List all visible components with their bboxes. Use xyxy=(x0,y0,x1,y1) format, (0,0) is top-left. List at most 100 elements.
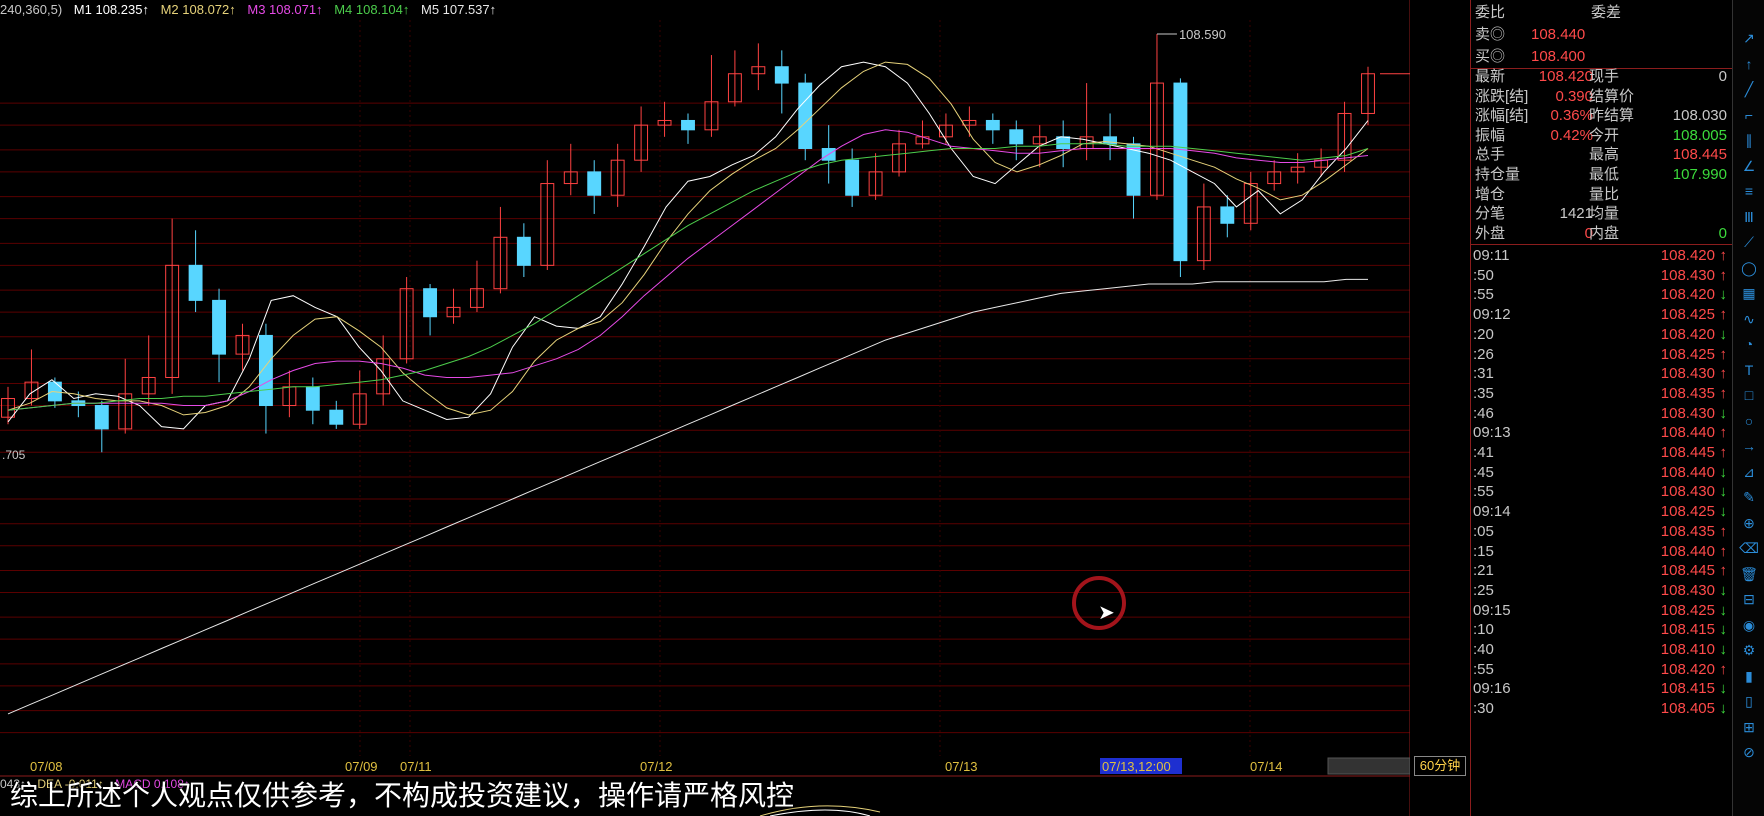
bar-icon[interactable]: ▮ xyxy=(1739,666,1759,686)
tick-time: :55 xyxy=(1473,660,1494,678)
tick-direction: ↑ xyxy=(1719,345,1728,363)
candle-down xyxy=(1056,136,1071,150)
trash-icon[interactable]: 🗑 xyxy=(1739,564,1759,584)
tick-row: 09:13 108.440 ↑ xyxy=(1471,423,1733,442)
tick-direction: ↓ xyxy=(1719,581,1728,599)
candle-down xyxy=(516,236,531,266)
x-tick-label: 07/09 xyxy=(345,759,378,774)
tick-direction: ↓ xyxy=(1719,503,1728,521)
gann-icon[interactable]: ⊿ xyxy=(1739,462,1759,482)
candle-down xyxy=(587,171,602,196)
x-tick-label: 07/11 xyxy=(400,759,432,774)
tick-price: 108.435 xyxy=(1660,522,1715,540)
candle-down xyxy=(423,288,438,318)
hide-icon[interactable]: ⊘ xyxy=(1739,742,1759,762)
tick-price: 108.420 xyxy=(1660,286,1715,304)
quote-panel: 委比 委差 卖◎ 108.440 买◎ 108.400 最新 108.420 现手 0 涨跌[结] 0… xyxy=(1470,0,1733,816)
sell-row: 卖◎ 108.440 xyxy=(1471,24,1733,46)
candle-down xyxy=(1173,82,1188,262)
moving-average-bar: 240,360,5) M1 108.235↑ M2 108.072↑ M3 10… xyxy=(0,0,504,20)
tick-time: :21 xyxy=(1473,562,1494,580)
channel-icon[interactable]: ≡ xyxy=(1739,181,1759,201)
lock-icon[interactable]: ⊟ xyxy=(1739,589,1759,609)
tick-row: :30 108.405 ↓ xyxy=(1471,699,1733,718)
candle-down xyxy=(188,264,203,301)
pen-icon[interactable]: ✎ xyxy=(1739,487,1759,507)
text-icon[interactable]: T xyxy=(1739,360,1759,380)
delete-icon[interactable]: ⌫ xyxy=(1739,538,1759,558)
eye-icon[interactable]: ◉ xyxy=(1739,615,1759,635)
tick-time: :55 xyxy=(1473,286,1494,304)
tick-time: :15 xyxy=(1473,542,1494,560)
tick-direction: ↑ xyxy=(1719,522,1728,540)
magnet-icon[interactable]: ⊕ xyxy=(1739,513,1759,533)
square-icon[interactable]: □ xyxy=(1739,385,1759,405)
stat-label: 外盘 xyxy=(1475,224,1506,242)
arrow-icon[interactable]: → xyxy=(1739,436,1759,456)
tick-direction: ↓ xyxy=(1719,325,1728,343)
ma-prefix: 240,360,5) xyxy=(0,2,63,17)
tick-row: :21 108.445 ↑ xyxy=(1471,561,1733,580)
tick-direction: ↑ xyxy=(1719,660,1728,678)
ma-m4: M4 108.104↑ xyxy=(334,2,410,17)
video-subtitle: 综上所述个人观点仅供参考，不构成投资建议，操作请严格风控 xyxy=(10,779,795,812)
buy-row: 买◎ 108.400 xyxy=(1471,46,1733,68)
x-tick-label: 07/13 xyxy=(945,759,978,774)
tick-price: 108.445 xyxy=(1660,444,1715,461)
candle-down xyxy=(94,405,109,430)
tick-row: 09:11 108.420 ↑ xyxy=(1471,246,1733,265)
corner-icon[interactable]: ⌐ xyxy=(1739,105,1759,125)
candle-down xyxy=(305,386,320,411)
tick-time: :55 xyxy=(1473,483,1494,501)
angle-icon[interactable]: ∠ xyxy=(1739,156,1759,176)
candle-down xyxy=(1220,206,1235,224)
tick-price: 108.430 xyxy=(1660,266,1715,284)
tick-price: 108.420 xyxy=(1660,325,1715,343)
chart-scrollbar xyxy=(1327,757,1410,775)
candle-down xyxy=(985,119,1000,131)
sell-value: 108.440 xyxy=(1531,26,1586,43)
tick-row: :25 108.430 ↓ xyxy=(1471,581,1733,600)
kline-chart[interactable]: 108.200108.000107.800107.600107.400107.2… xyxy=(0,0,1410,816)
settings-icon[interactable]: ⚙ xyxy=(1739,640,1759,660)
circle-icon[interactable]: ○ xyxy=(1739,411,1759,431)
zoom-icon[interactable]: ⊞ xyxy=(1739,717,1759,737)
tick-row: :45 108.440 ↓ xyxy=(1471,463,1733,482)
tick-direction: ↑ xyxy=(1719,266,1728,284)
cycle-icon[interactable]: ◔ xyxy=(1739,334,1759,354)
tick-row: 09:14 108.425 ↓ xyxy=(1471,502,1733,521)
wave-icon[interactable]: ∿ xyxy=(1739,309,1759,329)
sell-label: 卖◎ xyxy=(1475,26,1506,43)
parallel-icon[interactable]: ∥ xyxy=(1739,130,1759,150)
fan-icon[interactable]: ⟋ xyxy=(1739,232,1759,252)
tick-time: :30 xyxy=(1473,700,1494,718)
tick-time: :35 xyxy=(1473,384,1494,402)
high-annotation-label: 108.590 xyxy=(1179,27,1226,42)
kline-chart-area[interactable]: 108.200108.000107.800107.600107.400107.2… xyxy=(0,0,1466,816)
fib-icon[interactable]: Ⅲ xyxy=(1739,207,1759,227)
timeframe-selector[interactable]: 60分钟 xyxy=(1414,756,1466,776)
tick-row: :10 108.415 ↓ xyxy=(1471,620,1733,639)
arrow-up-icon[interactable]: ↑ xyxy=(1739,54,1759,74)
tick-row: :50 108.430 ↑ xyxy=(1471,266,1733,285)
arrow-up-right-icon[interactable]: ↗ xyxy=(1739,28,1759,48)
candle-icon[interactable]: ▯ xyxy=(1739,691,1759,711)
weibi-label: 委比 xyxy=(1475,4,1506,21)
tick-price: 108.425 xyxy=(1660,601,1715,619)
weicha-label: 委差 xyxy=(1591,4,1622,21)
buy-value: 108.400 xyxy=(1531,48,1586,65)
tick-price: 108.430 xyxy=(1660,581,1715,599)
grid-icon[interactable]: ▦ xyxy=(1739,283,1759,303)
tick-row: :35 108.435 ↑ xyxy=(1471,384,1733,403)
candle-down xyxy=(798,82,813,150)
tick-time: :50 xyxy=(1473,266,1494,284)
tick-direction: ↑ xyxy=(1719,542,1728,560)
ellipse-icon[interactable]: ◯ xyxy=(1739,258,1759,278)
mouse-cursor-icon: ➤ xyxy=(1098,602,1115,624)
stat-label: 内盘 xyxy=(1589,224,1620,242)
drawing-toolbar: ↗ ↑ ╱ ⌐ ∥ ∠ ≡ Ⅲ ⟋ ◯ ▦ ∿ ◔ T □ ○ → ⊿ ✎ ⊕ ⌫ 🗑 ⊟ ◉ ⚙ ▮ ▯ ⊞ ⊘ xyxy=(1732,0,1764,816)
stat-value: 0 xyxy=(1718,224,1727,242)
tick-direction: ↓ xyxy=(1719,404,1728,422)
line-icon[interactable]: ╱ xyxy=(1739,79,1759,99)
tick-time: 09:14 xyxy=(1473,503,1511,521)
